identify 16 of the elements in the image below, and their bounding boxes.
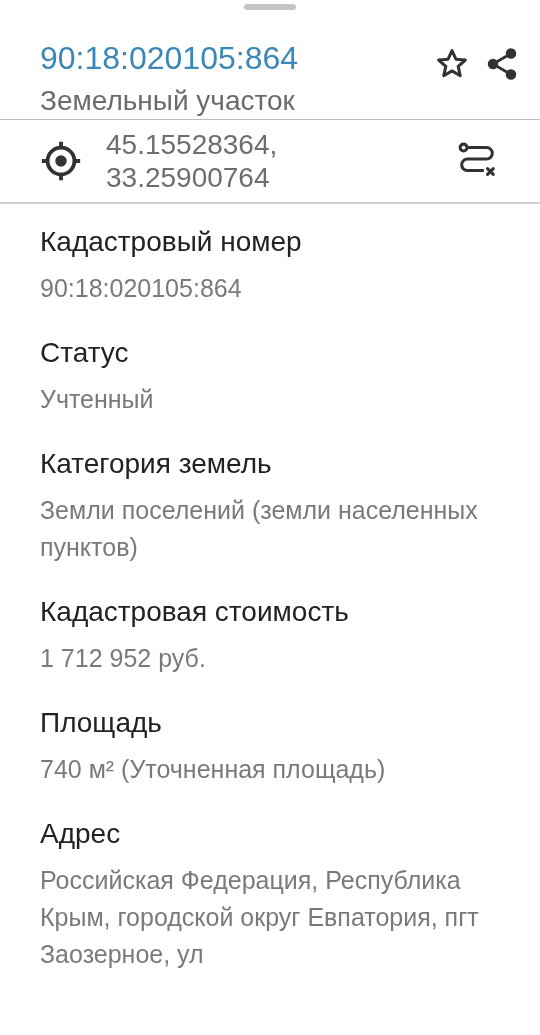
field-value: 90:18:020105:864 — [40, 273, 243, 304]
field-label: Кадастровый номер — [40, 226, 303, 258]
field-value: Российская Федерация, Республика Крым, городской округ Евпатория, пгт Заозерное, ул — [40, 865, 480, 970]
field-value: Учтенный — [40, 384, 155, 415]
field-label: Категория земель — [40, 448, 273, 480]
field-label: Статус — [40, 337, 130, 369]
field-label: Кадастровая стоимость — [40, 596, 350, 628]
field-label: Адрес — [40, 818, 122, 850]
field-value: 1 712 952 руб. — [40, 643, 207, 674]
drag-handle[interactable] — [244, 4, 296, 10]
object-type: Земельный участок — [40, 85, 296, 117]
cadastral-title: 90:18:020105:864 — [40, 40, 299, 77]
field-value: Земли поселений (земли населенных пунктов) — [40, 495, 479, 563]
field-label: Площадь — [40, 707, 163, 739]
coordinates: 45.15528364, 33.25900764 — [106, 128, 279, 194]
field-value: 740 м² (Уточненная площадь) — [40, 754, 387, 785]
